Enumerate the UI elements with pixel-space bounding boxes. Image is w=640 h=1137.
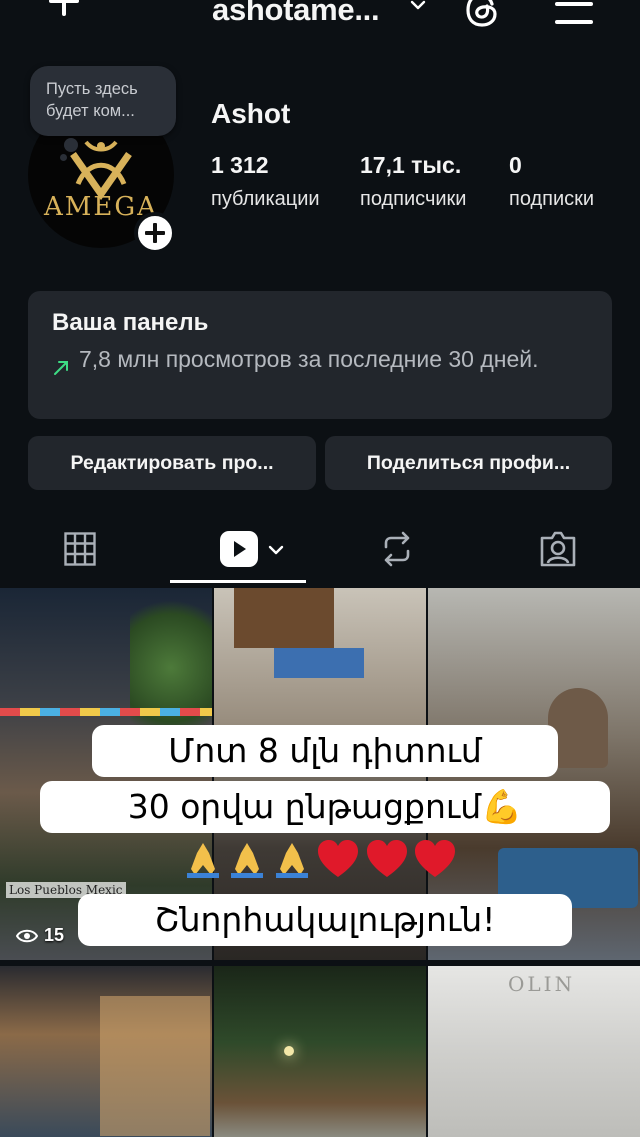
overlay-caption-line-2: 30 օրվա ընթացքում💪 <box>40 781 610 833</box>
tab-posts[interactable] <box>40 520 120 580</box>
reel-thumbnail[interactable]: OLIN <box>428 966 640 1137</box>
tab-reels[interactable] <box>200 520 300 580</box>
stat-posts-label: публикации <box>211 188 320 210</box>
dashboard-views-text: 7,8 млн просмотров за последние 30 дней. <box>79 346 539 372</box>
tagged-icon <box>540 531 576 567</box>
dashboard-title: Ваша панель <box>52 309 209 336</box>
repost-icon <box>384 531 410 567</box>
pray-emoji-icon <box>186 843 219 878</box>
stat-following[interactable]: 0 подписки <box>509 150 594 214</box>
chevron-down-icon[interactable] <box>408 0 428 16</box>
heart-emoji-icon <box>318 840 359 877</box>
note-bubble-dot-small <box>60 154 67 161</box>
note-bubble-dot <box>64 138 78 152</box>
plus-icon[interactable] <box>44 0 84 22</box>
pray-emoji-icon <box>275 843 308 878</box>
professional-dashboard[interactable]: Ваша панель 7,8 млн просмотров за послед… <box>28 291 612 419</box>
stat-followers[interactable]: 17,1 тыс. подписчики <box>360 150 466 214</box>
heart-emoji-icon <box>366 840 407 877</box>
active-tab-indicator <box>170 580 306 583</box>
stat-followers-value: 17,1 тыс. <box>360 152 462 178</box>
views-count: 15 <box>16 925 64 946</box>
top-bar: ashotame... <box>0 0 640 40</box>
stat-posts[interactable]: 1 312 публикации <box>211 150 320 214</box>
edit-profile-button[interactable]: Редактировать про... <box>28 436 316 490</box>
tab-tagged[interactable] <box>518 520 598 580</box>
stat-following-label: подписки <box>509 188 595 210</box>
views-count-value: 15 <box>44 925 65 945</box>
username-switcher[interactable]: ashotame... <box>212 0 380 28</box>
share-profile-button[interactable]: Поделиться профи... <box>325 436 612 490</box>
reel-thumbnail[interactable] <box>0 966 212 1137</box>
heart-emoji-icon <box>415 840 456 877</box>
stat-posts-value: 1 312 <box>211 152 269 178</box>
add-story-button[interactable] <box>134 212 176 254</box>
chevron-down-icon <box>268 545 284 555</box>
overlay-caption-line-3: Շնորհակալություն! <box>78 894 572 946</box>
eye-icon <box>16 929 38 942</box>
overlay-caption-line-1: Մոտ 8 մլն դիտում <box>92 725 558 777</box>
overlay-emoji-line <box>170 839 470 889</box>
menu-icon[interactable] <box>555 0 593 26</box>
threads-icon[interactable] <box>462 0 502 30</box>
trend-up-icon <box>54 361 68 375</box>
grid-icon <box>64 532 96 566</box>
profile-name: Ashot <box>211 98 291 129</box>
tab-reposts[interactable] <box>357 520 437 580</box>
reels-icon <box>220 531 258 567</box>
reel-thumbnail[interactable] <box>214 966 426 1137</box>
note-bubble[interactable]: Пусть здесь будет ком... <box>30 66 176 136</box>
pray-emoji-icon <box>231 843 264 878</box>
stat-following-value: 0 <box>509 152 522 178</box>
stat-followers-label: подписчики <box>360 188 467 210</box>
